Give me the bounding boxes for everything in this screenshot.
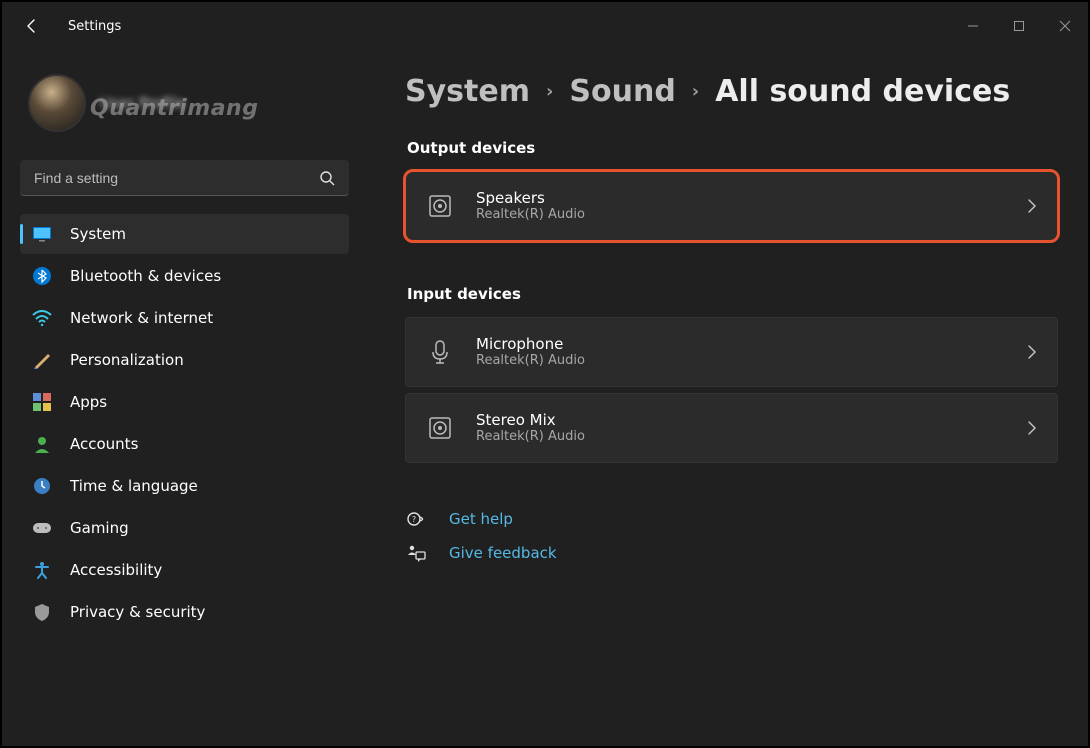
sidebar-item-label: Bluetooth & devices — [70, 267, 221, 285]
speaker-icon — [426, 192, 454, 220]
input-devices-heading: Input devices — [407, 285, 1058, 303]
content-pane: System › Sound › All sound devices Outpu… — [357, 50, 1088, 746]
link-text: Give feedback — [449, 544, 557, 562]
title-bar: Settings — [2, 2, 1088, 50]
chevron-right-icon: › — [546, 81, 553, 102]
maximize-button[interactable] — [996, 10, 1042, 42]
chevron-right-icon — [1027, 420, 1037, 436]
sidebar-item-gaming[interactable]: Gaming — [20, 508, 349, 548]
breadcrumb: System › Sound › All sound devices — [405, 74, 1058, 109]
sidebar-item-label: Network & internet — [70, 309, 213, 327]
sidebar-item-label: Time & language — [70, 477, 198, 495]
app-title: Settings — [68, 19, 121, 34]
bluetooth-icon — [32, 266, 52, 286]
profile-block[interactable]: User Profile Quantrimang — [20, 68, 349, 152]
sidebar-item-privacy[interactable]: Privacy & security — [20, 592, 349, 632]
device-card-microphone[interactable]: Microphone Realtek(R) Audio — [405, 317, 1058, 387]
device-sub: Realtek(R) Audio — [476, 207, 1005, 223]
window-controls — [950, 10, 1088, 42]
search-icon — [319, 170, 335, 186]
gamepad-icon — [32, 518, 52, 538]
sidebar-item-bluetooth[interactable]: Bluetooth & devices — [20, 256, 349, 296]
back-button[interactable] — [20, 18, 44, 34]
get-help-link[interactable]: ? Get help — [405, 509, 1058, 529]
sidebar-item-time-language[interactable]: Time & language — [20, 466, 349, 506]
speaker-icon — [426, 414, 454, 442]
search-input[interactable] — [34, 170, 319, 186]
breadcrumb-level1[interactable]: System — [405, 74, 530, 109]
sidebar-item-label: Gaming — [70, 519, 129, 537]
device-name: Stereo Mix — [476, 411, 1005, 430]
microphone-icon — [426, 338, 454, 366]
sidebar-item-label: Apps — [70, 393, 107, 411]
search-box[interactable] — [20, 160, 349, 196]
avatar — [28, 74, 86, 132]
sidebar-item-apps[interactable]: Apps — [20, 382, 349, 422]
close-button[interactable] — [1042, 10, 1088, 42]
device-sub: Realtek(R) Audio — [476, 353, 1005, 369]
device-card-stereo-mix[interactable]: Stereo Mix Realtek(R) Audio — [405, 393, 1058, 463]
shield-icon — [32, 602, 52, 622]
wifi-icon — [32, 308, 52, 328]
sidebar-item-system[interactable]: System — [20, 214, 349, 254]
output-devices-heading: Output devices — [407, 139, 1058, 157]
sidebar-item-label: Privacy & security — [70, 603, 205, 621]
device-name: Microphone — [476, 335, 1005, 354]
svg-text:?: ? — [412, 515, 416, 524]
sidebar-item-accounts[interactable]: Accounts — [20, 424, 349, 464]
breadcrumb-level2[interactable]: Sound — [569, 74, 675, 109]
device-card-speakers[interactable]: Speakers Realtek(R) Audio — [405, 171, 1058, 241]
system-icon — [32, 224, 52, 244]
link-text: Get help — [449, 510, 513, 528]
give-feedback-link[interactable]: Give feedback — [405, 543, 1058, 563]
brush-icon — [32, 350, 52, 370]
chevron-right-icon — [1027, 344, 1037, 360]
sidebar-item-network[interactable]: Network & internet — [20, 298, 349, 338]
sidebar-item-label: Accounts — [70, 435, 138, 453]
sidebar-item-label: Personalization — [70, 351, 184, 369]
device-name: Speakers — [476, 189, 1005, 208]
apps-icon — [32, 392, 52, 412]
clock-globe-icon — [32, 476, 52, 496]
breadcrumb-level3: All sound devices — [715, 74, 1010, 109]
minimize-button[interactable] — [950, 10, 996, 42]
sidebar-item-label: System — [70, 225, 126, 243]
sidebar-item-accessibility[interactable]: Accessibility — [20, 550, 349, 590]
person-icon — [32, 434, 52, 454]
feedback-icon — [405, 543, 427, 563]
chevron-right-icon: › — [692, 81, 699, 102]
help-icon: ? — [405, 509, 427, 529]
chevron-right-icon — [1027, 198, 1037, 214]
nav-list: System Bluetooth & devices Network & int… — [20, 214, 349, 632]
accessibility-icon — [32, 560, 52, 580]
device-sub: Realtek(R) Audio — [476, 429, 1005, 445]
sidebar: User Profile Quantrimang System Bluetoot… — [2, 50, 357, 746]
sidebar-item-personalization[interactable]: Personalization — [20, 340, 349, 380]
watermark: Quantrimang — [90, 96, 258, 121]
sidebar-item-label: Accessibility — [70, 561, 162, 579]
